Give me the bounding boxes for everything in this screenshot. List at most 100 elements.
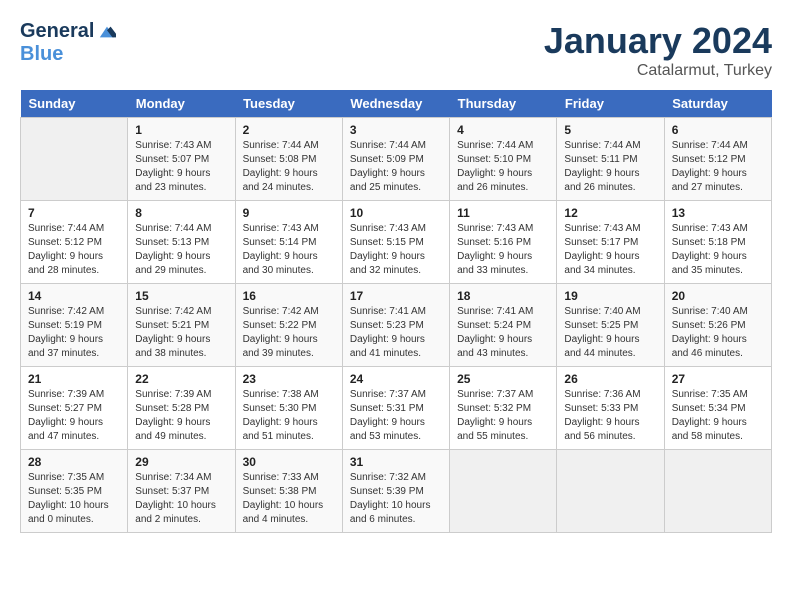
month-title: January 2024 xyxy=(544,20,772,62)
day-number: 21 xyxy=(28,372,120,386)
header-cell-thursday: Thursday xyxy=(450,90,557,118)
day-number: 12 xyxy=(564,206,656,220)
week-row-2: 7 Sunrise: 7:44 AMSunset: 5:12 PMDayligh… xyxy=(21,201,772,284)
day-info: Sunrise: 7:38 AMSunset: 5:30 PMDaylight:… xyxy=(243,388,335,444)
day-cell: 12 Sunrise: 7:43 AMSunset: 5:17 PMDaylig… xyxy=(557,201,664,284)
day-info: Sunrise: 7:37 AMSunset: 5:31 PMDaylight:… xyxy=(350,388,442,444)
day-info: Sunrise: 7:39 AMSunset: 5:27 PMDaylight:… xyxy=(28,388,120,444)
day-number: 4 xyxy=(457,123,549,137)
day-number: 3 xyxy=(350,123,442,137)
header-cell-friday: Friday xyxy=(557,90,664,118)
day-cell: 13 Sunrise: 7:43 AMSunset: 5:18 PMDaylig… xyxy=(664,201,771,284)
day-info: Sunrise: 7:44 AMSunset: 5:11 PMDaylight:… xyxy=(564,139,656,195)
day-cell xyxy=(21,118,128,201)
day-info: Sunrise: 7:40 AMSunset: 5:26 PMDaylight:… xyxy=(672,305,764,361)
day-info: Sunrise: 7:44 AMSunset: 5:10 PMDaylight:… xyxy=(457,139,549,195)
day-cell: 22 Sunrise: 7:39 AMSunset: 5:28 PMDaylig… xyxy=(128,367,235,450)
day-number: 22 xyxy=(135,372,227,386)
day-cell: 7 Sunrise: 7:44 AMSunset: 5:12 PMDayligh… xyxy=(21,201,128,284)
day-info: Sunrise: 7:44 AMSunset: 5:13 PMDaylight:… xyxy=(135,222,227,278)
day-info: Sunrise: 7:44 AMSunset: 5:12 PMDaylight:… xyxy=(28,222,120,278)
day-info: Sunrise: 7:43 AMSunset: 5:07 PMDaylight:… xyxy=(135,139,227,195)
day-cell: 27 Sunrise: 7:35 AMSunset: 5:34 PMDaylig… xyxy=(664,367,771,450)
header-cell-saturday: Saturday xyxy=(664,90,771,118)
day-cell: 5 Sunrise: 7:44 AMSunset: 5:11 PMDayligh… xyxy=(557,118,664,201)
logo-blue-text: Blue xyxy=(20,43,63,66)
day-number: 29 xyxy=(135,455,227,469)
day-cell: 9 Sunrise: 7:43 AMSunset: 5:14 PMDayligh… xyxy=(235,201,342,284)
day-info: Sunrise: 7:32 AMSunset: 5:39 PMDaylight:… xyxy=(350,471,442,527)
day-cell: 25 Sunrise: 7:37 AMSunset: 5:32 PMDaylig… xyxy=(450,367,557,450)
title-block: January 2024 Catalarmut, Turkey xyxy=(544,20,772,80)
day-cell xyxy=(664,450,771,533)
day-info: Sunrise: 7:42 AMSunset: 5:19 PMDaylight:… xyxy=(28,305,120,361)
day-info: Sunrise: 7:41 AMSunset: 5:24 PMDaylight:… xyxy=(457,305,549,361)
day-number: 1 xyxy=(135,123,227,137)
day-info: Sunrise: 7:36 AMSunset: 5:33 PMDaylight:… xyxy=(564,388,656,444)
day-cell: 6 Sunrise: 7:44 AMSunset: 5:12 PMDayligh… xyxy=(664,118,771,201)
logo-general-text: General xyxy=(20,20,94,43)
day-cell: 11 Sunrise: 7:43 AMSunset: 5:16 PMDaylig… xyxy=(450,201,557,284)
header-cell-wednesday: Wednesday xyxy=(342,90,449,118)
day-info: Sunrise: 7:43 AMSunset: 5:18 PMDaylight:… xyxy=(672,222,764,278)
day-cell: 29 Sunrise: 7:34 AMSunset: 5:37 PMDaylig… xyxy=(128,450,235,533)
day-info: Sunrise: 7:40 AMSunset: 5:25 PMDaylight:… xyxy=(564,305,656,361)
day-info: Sunrise: 7:33 AMSunset: 5:38 PMDaylight:… xyxy=(243,471,335,527)
day-number: 20 xyxy=(672,289,764,303)
day-cell xyxy=(450,450,557,533)
day-info: Sunrise: 7:44 AMSunset: 5:08 PMDaylight:… xyxy=(243,139,335,195)
location-text: Catalarmut, Turkey xyxy=(544,62,772,80)
day-cell: 18 Sunrise: 7:41 AMSunset: 5:24 PMDaylig… xyxy=(450,284,557,367)
header-cell-tuesday: Tuesday xyxy=(235,90,342,118)
calendar-table: SundayMondayTuesdayWednesdayThursdayFrid… xyxy=(20,90,772,533)
day-info: Sunrise: 7:42 AMSunset: 5:21 PMDaylight:… xyxy=(135,305,227,361)
day-number: 5 xyxy=(564,123,656,137)
day-cell: 2 Sunrise: 7:44 AMSunset: 5:08 PMDayligh… xyxy=(235,118,342,201)
day-number: 2 xyxy=(243,123,335,137)
day-cell: 23 Sunrise: 7:38 AMSunset: 5:30 PMDaylig… xyxy=(235,367,342,450)
day-cell: 4 Sunrise: 7:44 AMSunset: 5:10 PMDayligh… xyxy=(450,118,557,201)
day-number: 15 xyxy=(135,289,227,303)
day-number: 23 xyxy=(243,372,335,386)
day-cell: 31 Sunrise: 7:32 AMSunset: 5:39 PMDaylig… xyxy=(342,450,449,533)
logo: General Blue xyxy=(20,20,116,66)
day-number: 26 xyxy=(564,372,656,386)
day-info: Sunrise: 7:42 AMSunset: 5:22 PMDaylight:… xyxy=(243,305,335,361)
week-row-5: 28 Sunrise: 7:35 AMSunset: 5:35 PMDaylig… xyxy=(21,450,772,533)
week-row-1: 1 Sunrise: 7:43 AMSunset: 5:07 PMDayligh… xyxy=(21,118,772,201)
day-cell xyxy=(557,450,664,533)
day-cell: 1 Sunrise: 7:43 AMSunset: 5:07 PMDayligh… xyxy=(128,118,235,201)
day-info: Sunrise: 7:39 AMSunset: 5:28 PMDaylight:… xyxy=(135,388,227,444)
day-cell: 24 Sunrise: 7:37 AMSunset: 5:31 PMDaylig… xyxy=(342,367,449,450)
day-number: 17 xyxy=(350,289,442,303)
day-cell: 19 Sunrise: 7:40 AMSunset: 5:25 PMDaylig… xyxy=(557,284,664,367)
day-number: 31 xyxy=(350,455,442,469)
day-cell: 10 Sunrise: 7:43 AMSunset: 5:15 PMDaylig… xyxy=(342,201,449,284)
day-number: 18 xyxy=(457,289,549,303)
day-cell: 14 Sunrise: 7:42 AMSunset: 5:19 PMDaylig… xyxy=(21,284,128,367)
page-header: General Blue January 2024 Catalarmut, Tu… xyxy=(20,20,772,80)
header-row: SundayMondayTuesdayWednesdayThursdayFrid… xyxy=(21,90,772,118)
day-number: 7 xyxy=(28,206,120,220)
day-cell: 8 Sunrise: 7:44 AMSunset: 5:13 PMDayligh… xyxy=(128,201,235,284)
day-info: Sunrise: 7:41 AMSunset: 5:23 PMDaylight:… xyxy=(350,305,442,361)
day-number: 8 xyxy=(135,206,227,220)
day-cell: 3 Sunrise: 7:44 AMSunset: 5:09 PMDayligh… xyxy=(342,118,449,201)
header-cell-sunday: Sunday xyxy=(21,90,128,118)
day-info: Sunrise: 7:37 AMSunset: 5:32 PMDaylight:… xyxy=(457,388,549,444)
header-cell-monday: Monday xyxy=(128,90,235,118)
day-number: 24 xyxy=(350,372,442,386)
day-number: 30 xyxy=(243,455,335,469)
day-cell: 15 Sunrise: 7:42 AMSunset: 5:21 PMDaylig… xyxy=(128,284,235,367)
day-info: Sunrise: 7:43 AMSunset: 5:17 PMDaylight:… xyxy=(564,222,656,278)
logo-icon xyxy=(98,23,116,41)
day-info: Sunrise: 7:43 AMSunset: 5:15 PMDaylight:… xyxy=(350,222,442,278)
day-cell: 20 Sunrise: 7:40 AMSunset: 5:26 PMDaylig… xyxy=(664,284,771,367)
day-number: 13 xyxy=(672,206,764,220)
day-cell: 26 Sunrise: 7:36 AMSunset: 5:33 PMDaylig… xyxy=(557,367,664,450)
day-cell: 17 Sunrise: 7:41 AMSunset: 5:23 PMDaylig… xyxy=(342,284,449,367)
day-info: Sunrise: 7:44 AMSunset: 5:09 PMDaylight:… xyxy=(350,139,442,195)
day-info: Sunrise: 7:43 AMSunset: 5:14 PMDaylight:… xyxy=(243,222,335,278)
day-cell: 21 Sunrise: 7:39 AMSunset: 5:27 PMDaylig… xyxy=(21,367,128,450)
day-info: Sunrise: 7:35 AMSunset: 5:34 PMDaylight:… xyxy=(672,388,764,444)
